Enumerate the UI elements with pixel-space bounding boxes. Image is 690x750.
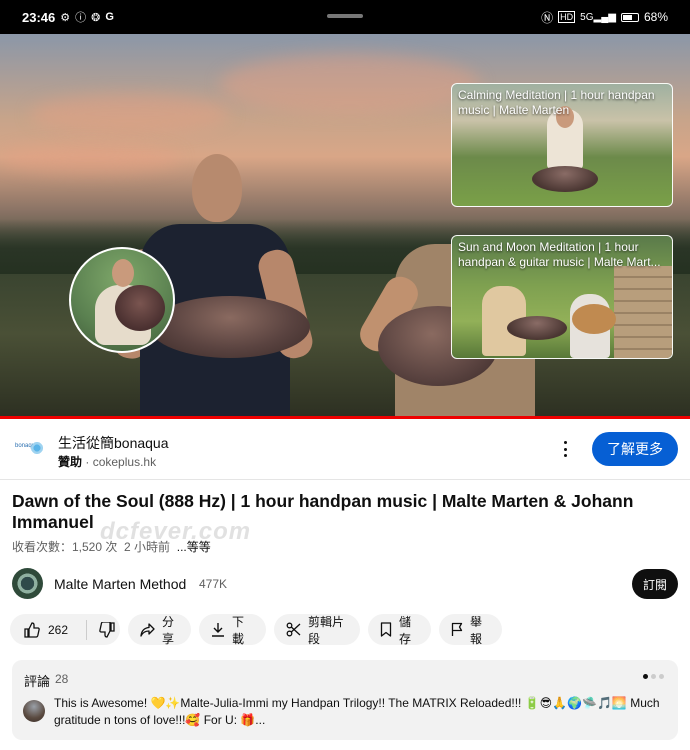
end-card-video-1[interactable]: Calming Meditation | 1 hour handpan musi… (451, 83, 673, 207)
top-comment: This is Awesome! 💛✨Malte-Julia-Immi my H… (54, 696, 660, 727)
divider (0, 479, 690, 480)
sponsored-label: 贊助 (58, 455, 83, 469)
report-label: 舉報 (470, 614, 483, 646)
thumb-handpan (532, 166, 598, 192)
scissors-icon (286, 622, 301, 637)
video-player[interactable]: Calming Meditation | 1 hour handpan musi… (0, 34, 690, 418)
cloud (220, 54, 480, 114)
battery-percent: 68% (643, 10, 668, 24)
end-card-video-2[interactable]: Sun and Moon Meditation | 1 hour handpan… (451, 235, 673, 359)
view-count: 收看次數：1,520 次 (12, 540, 118, 554)
thumbs-up-icon (24, 621, 40, 638)
like-count: 262 (48, 622, 69, 637)
share-icon (140, 622, 155, 637)
thumb-guitar (572, 304, 616, 334)
clip-button[interactable]: 剪輯片段 (274, 614, 360, 646)
more-options-icon[interactable] (556, 438, 574, 460)
subscribe-button[interactable]: 訂閱 (632, 569, 678, 599)
thumb-wall (614, 266, 672, 358)
channel-watermark-avatar[interactable] (69, 247, 175, 353)
end-card-title: Sun and Moon Meditation | 1 hour handpan… (458, 240, 661, 269)
google-icon: G (105, 11, 114, 23)
ad-banner[interactable]: bonaqua 生活從簡bonaqua 贊助 · cokeplus.hk 了解更… (0, 419, 690, 479)
subscriber-count: 477K (199, 577, 228, 591)
status-bar: 23:46 ⚙ ⓘ ❂ G Ⓝ HD 5G▂▄▆ 68% (0, 0, 690, 34)
like-separator (85, 619, 87, 640)
battery-icon (620, 12, 639, 22)
camera-notch (327, 14, 363, 18)
logo-wordmark: bonaqua (15, 443, 39, 449)
hd-icon: HD (558, 11, 576, 23)
avatar-head (112, 259, 134, 287)
like-dislike-group: 262 (10, 614, 120, 645)
video-title[interactable]: Dawn of the Soul (888 Hz) | 1 hour handp… (12, 491, 678, 533)
video-meta[interactable]: 收看次數：1,520 次 2 小時前 ...等等 (12, 538, 211, 555)
save-label: 儲存 (399, 614, 412, 646)
learn-more-button[interactable]: 了解更多 (592, 432, 678, 466)
upload-time: 2 小時前 (124, 540, 171, 554)
dislike-button[interactable] (94, 614, 120, 645)
share-label: 分享 (162, 614, 175, 646)
5g-signal-icon: 5G▂▄▆ (580, 11, 616, 23)
share-button[interactable]: 分享 (128, 614, 191, 646)
advertiser-name: 生活從簡bonaqua (58, 435, 169, 451)
logo-mark (30, 441, 44, 455)
channel-avatar[interactable] (12, 568, 43, 599)
performer-head (192, 154, 242, 222)
ad-subline: 贊助 · cokeplus.hk (58, 453, 156, 470)
report-button[interactable]: 舉報 (439, 614, 502, 646)
advertiser-logo: bonaqua (14, 433, 46, 465)
save-button[interactable]: 儲存 (368, 614, 431, 646)
ad-domain: cokeplus.hk (92, 455, 157, 469)
like-button[interactable]: 262 (10, 614, 79, 645)
status-time: 23:46 (22, 9, 56, 25)
download-button[interactable]: 下載 (199, 614, 266, 646)
info-icon: ⓘ (75, 12, 87, 24)
avatar-handpan (115, 285, 165, 331)
end-card-title: Calming Meditation | 1 hour handpan musi… (458, 88, 655, 117)
cloud (0, 144, 180, 174)
nfc-icon: Ⓝ (541, 10, 554, 25)
signal-label: 5G (580, 11, 594, 23)
battery-fill (622, 14, 633, 20)
gear-icon: ⚙ (60, 11, 71, 24)
pagination-dots (643, 674, 664, 679)
comments-panel[interactable]: 評論 28 This is Awesome! 💛✨Malte-Julia-Imm… (12, 660, 678, 740)
more-link[interactable]: ...等等 (177, 540, 211, 554)
clip-label: 剪輯片段 (308, 614, 345, 646)
bookmark-icon (380, 622, 392, 637)
download-icon (212, 623, 224, 637)
thumb-handpan (507, 316, 567, 340)
cloud (30, 94, 230, 134)
comments-title: 評論 (24, 674, 51, 689)
separator-dot: · (85, 455, 90, 469)
flag-icon (451, 622, 463, 636)
commenter-avatar (23, 700, 45, 722)
download-label: 下載 (232, 614, 245, 646)
comments-count: 28 (55, 672, 69, 686)
thumbs-down-icon (98, 621, 115, 638)
settings-icon: ❂ (91, 11, 101, 24)
channel-name[interactable]: Malte Marten Method (54, 576, 186, 592)
